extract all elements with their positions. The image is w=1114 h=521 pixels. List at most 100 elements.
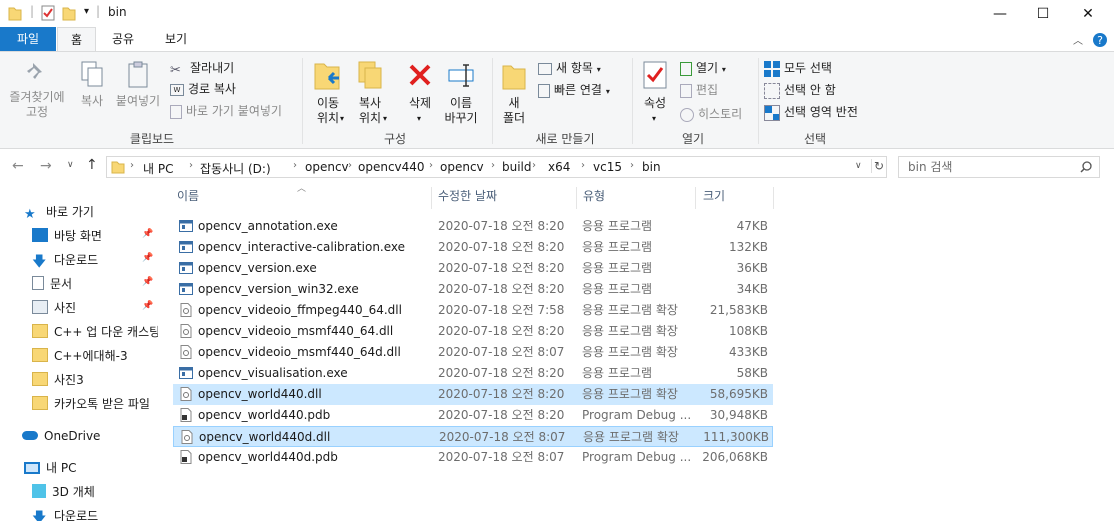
nav-downloads[interactable]: 🡇 다운로드 (32, 505, 98, 521)
file-row[interactable]: opencv_world440.dll 2020-07-18 오전 8:20 응용 … (173, 384, 773, 405)
properties-dropdown-icon[interactable]: ▾ (652, 114, 656, 123)
crumb-vc15[interactable]: vc15 (593, 160, 622, 174)
move-to-dropdown-icon[interactable]: ▾ (340, 114, 344, 123)
refresh-icon[interactable]: ↻ (871, 159, 884, 173)
properties-button[interactable]: 속성 (638, 60, 672, 111)
rename-button[interactable]: 이름 바꾸기 (440, 60, 482, 126)
crumb-x64[interactable]: x64 (548, 160, 570, 174)
column-divider[interactable] (576, 187, 577, 209)
nav-item[interactable]: 카카오톡 받은 파일 (32, 393, 158, 415)
nav-onedrive[interactable]: OneDrive (22, 425, 100, 447)
select-none-button[interactable]: 선택 안 함 (764, 80, 836, 100)
file-row[interactable]: opencv_world440d.pdb 2020-07-18 오전 8:07 Pr… (173, 447, 773, 468)
file-row[interactable]: opencv_annotation.exe 2020-07-18 오전 8:20 응… (173, 216, 773, 237)
pin-icon[interactable]: 📌 (142, 277, 153, 287)
crumb-opencv[interactable]: opencv (305, 160, 349, 174)
history-button[interactable]: 히스토리 (680, 104, 742, 124)
open-button[interactable]: 열기 ▾ (680, 58, 726, 78)
delete-dropdown-icon[interactable]: ▾ (417, 114, 421, 123)
file-row[interactable]: opencv_world440.pdb 2020-07-18 오전 8:20 Pro… (173, 405, 773, 426)
select-all-button[interactable]: 모두 선택 (764, 58, 832, 78)
nav-item[interactable]: 🡇 다운로드 (32, 249, 158, 271)
new-item-button[interactable]: 새 항목 ▾ (538, 58, 601, 78)
pin-icon[interactable]: 📌 (142, 253, 153, 263)
crumb-bin[interactable]: bin (642, 160, 661, 174)
nav-item[interactable]: 문서 (32, 273, 158, 295)
easy-access-dropdown-icon: ▾ (605, 87, 610, 96)
tab-share[interactable]: 공유 (104, 27, 142, 51)
crumb-opencv-2[interactable]: opencv (440, 160, 484, 174)
file-row[interactable]: opencv_version.exe 2020-07-18 오전 8:20 응용 프… (173, 258, 773, 279)
cut-button[interactable]: ✂ 잘라내기 (170, 58, 234, 78)
column-divider[interactable] (695, 187, 696, 209)
nav-this-pc[interactable]: 내 PC (24, 457, 76, 479)
tab-file[interactable]: 파일 (0, 27, 56, 51)
crumb-build[interactable]: build (502, 160, 532, 174)
column-header-size[interactable]: 크기 (703, 185, 725, 209)
invert-selection-button[interactable]: 선택 영역 반전 (764, 102, 858, 122)
crumb-this-pc[interactable]: 내 PC (143, 160, 173, 177)
crumb-separator[interactable]: › (532, 160, 536, 171)
nav-quick-access[interactable]: ★ 바로 가기 (24, 201, 94, 223)
address-dropdown-icon[interactable]: ∨ (855, 161, 862, 171)
nav-item[interactable]: C++에대해-3 (32, 345, 158, 367)
crumb-separator[interactable]: › (581, 160, 585, 171)
crumb-separator[interactable]: › (630, 160, 634, 171)
nav-item[interactable]: 사진 (32, 297, 158, 319)
file-row[interactable]: opencv_videoio_msmf440_64d.dll 2020-07-18… (173, 342, 773, 363)
copy-button[interactable]: 복사 (74, 60, 110, 109)
file-row[interactable]: opencv_videoio_msmf440_64.dll 2020-07-18 … (173, 321, 773, 342)
file-size-cell: 21,583KB (709, 303, 768, 317)
crumb-separator[interactable]: › (293, 160, 297, 171)
address-box[interactable]: › 내 PC › 잡동사니 (D:) › opencv › opencv440 … (106, 156, 887, 178)
crumb-separator[interactable]: › (189, 160, 193, 171)
up-arrow-icon[interactable]: ↑ (86, 157, 98, 173)
paste-shortcut-button[interactable]: 바로 가기 붙여넣기 (170, 101, 282, 121)
pin-icon[interactable]: 📌 (142, 229, 153, 239)
file-row[interactable]: opencv_videoio_ffmpeg440_64.dll 2020-07-1… (173, 300, 773, 321)
nav-item[interactable]: 사진3 (32, 369, 158, 391)
tab-home[interactable]: 홈 (57, 27, 96, 52)
copy-to-dropdown-icon[interactable]: ▾ (383, 114, 387, 123)
tab-view[interactable]: 보기 (157, 27, 195, 51)
close-button[interactable]: ✕ (1065, 0, 1111, 27)
column-header-type[interactable]: 유형 (583, 185, 605, 209)
delete-button[interactable]: 삭제 (398, 60, 442, 111)
crumb-drive-d[interactable]: 잡동사니 (D:) (200, 160, 271, 177)
new-item-label: 새 항목 (556, 61, 593, 75)
crumb-separator[interactable]: › (130, 160, 134, 171)
back-arrow-icon[interactable]: ← (12, 158, 24, 174)
crumb-separator[interactable]: › (429, 160, 433, 171)
file-row[interactable]: opencv_version_win32.exe 2020-07-18 오전 8:… (173, 279, 773, 300)
file-row[interactable]: opencv_visualisation.exe 2020-07-18 오전 8:… (173, 363, 773, 384)
pin-to-quick-access-button[interactable]: 즐겨찾기에 고정 (6, 60, 68, 120)
nav-item[interactable]: 바탕 화면 (32, 225, 158, 247)
properties-qa-icon[interactable] (40, 5, 56, 21)
qa-dropdown-icon[interactable]: ▾ (84, 6, 89, 17)
maximize-button[interactable]: ☐ (1020, 0, 1066, 27)
search-input[interactable]: bin 검색 (898, 156, 1100, 178)
column-header-date[interactable]: 수정한 날짜 (438, 185, 497, 209)
nav-item[interactable]: C++ 업 다운 캐스팅 (32, 321, 158, 343)
column-divider[interactable] (773, 187, 774, 209)
collapse-ribbon-icon[interactable]: ︿ (1073, 32, 1083, 47)
new-folder-qa-icon[interactable] (62, 5, 76, 21)
crumb-opencv440[interactable]: opencv440 (358, 160, 425, 174)
nav-3d-objects[interactable]: 3D 개체 (32, 481, 95, 503)
easy-access-button[interactable]: 빠른 연결 ▾ (538, 80, 610, 100)
recent-locations-icon[interactable]: ∨ (67, 160, 74, 170)
new-folder-button[interactable]: 새 폴더 (498, 60, 530, 126)
minimize-button[interactable]: — (977, 0, 1023, 27)
copy-path-button[interactable]: W 경로 복사 (170, 79, 236, 99)
help-icon[interactable]: ? (1092, 32, 1108, 48)
crumb-separator[interactable]: › (491, 160, 495, 171)
crumb-separator[interactable]: › (348, 160, 352, 171)
pin-icon[interactable]: 📌 (142, 301, 153, 311)
column-header-name[interactable]: 이름 (177, 185, 199, 209)
file-row[interactable]: opencv_world440d.dll 2020-07-18 오전 8:07 응용… (173, 426, 773, 447)
file-row[interactable]: opencv_interactive-calibration.exe 2020-0… (173, 237, 773, 258)
column-divider[interactable] (431, 187, 432, 209)
paste-button[interactable]: 붙여넣기 (114, 60, 162, 109)
edit-button[interactable]: 편집 (680, 80, 718, 100)
forward-arrow-icon[interactable]: → (40, 158, 52, 174)
